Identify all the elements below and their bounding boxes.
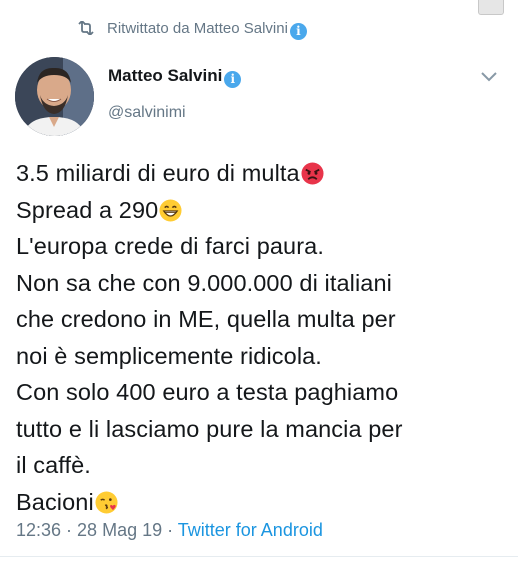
divider bbox=[0, 556, 518, 557]
tweet-line: Spread a 290 bbox=[16, 192, 511, 229]
tweet-date[interactable]: 28 Mag 19 bbox=[77, 520, 162, 540]
tweet-text: 3.5 miliardi di euro di multa Spread a 2… bbox=[16, 155, 511, 520]
meta-separator: · bbox=[61, 520, 78, 540]
screenshot-corner-icon bbox=[478, 0, 504, 15]
retweet-context[interactable]: Ritwittato da Matteo Salvini i bbox=[77, 19, 307, 41]
tweet-line: 3.5 miliardi di euro di multa bbox=[16, 155, 511, 192]
tweet-line: tutto e li lasciamo pure la mancia per bbox=[16, 415, 403, 442]
tweet-metadata: 12:36 · 28 Mag 19 · Twitter for Android bbox=[16, 520, 323, 541]
chevron-down-icon[interactable] bbox=[480, 70, 498, 82]
author-name: Matteo Salvini bbox=[108, 66, 223, 85]
verified-badge-icon: i bbox=[289, 23, 307, 40]
tweet-line: noi è semplicemente ridicola. bbox=[16, 342, 322, 369]
face-blowing-kiss-emoji bbox=[95, 488, 118, 514]
tweet-line: L'europa crede di farci paura. bbox=[16, 233, 324, 259]
meta-separator: · bbox=[162, 520, 178, 540]
retweet-icon bbox=[77, 19, 97, 40]
grinning-face-emoji bbox=[159, 196, 182, 222]
retweet-label: Ritwittato da Matteo Salvini i bbox=[107, 20, 307, 40]
tweet-source-link[interactable]: Twitter for Android bbox=[178, 520, 323, 540]
avatar[interactable] bbox=[15, 57, 94, 136]
tweet-line: il caffè. bbox=[16, 452, 91, 478]
author-handle[interactable]: @salvinimi bbox=[108, 104, 186, 122]
author-name-row[interactable]: Matteo Salvini i bbox=[108, 66, 242, 88]
tweet-time[interactable]: 12:36 bbox=[16, 520, 61, 540]
angry-face-emoji bbox=[301, 159, 324, 185]
tweet-line: Bacioni bbox=[16, 484, 511, 521]
tweet-line: Con solo 400 euro a testa paghiamo bbox=[16, 379, 399, 405]
tweet-line: che credono in ME, quella multa per bbox=[16, 306, 396, 332]
tweet-line: Non sa che con 9.000.000 di italiani bbox=[16, 269, 392, 296]
verified-badge-icon: i bbox=[224, 71, 242, 88]
